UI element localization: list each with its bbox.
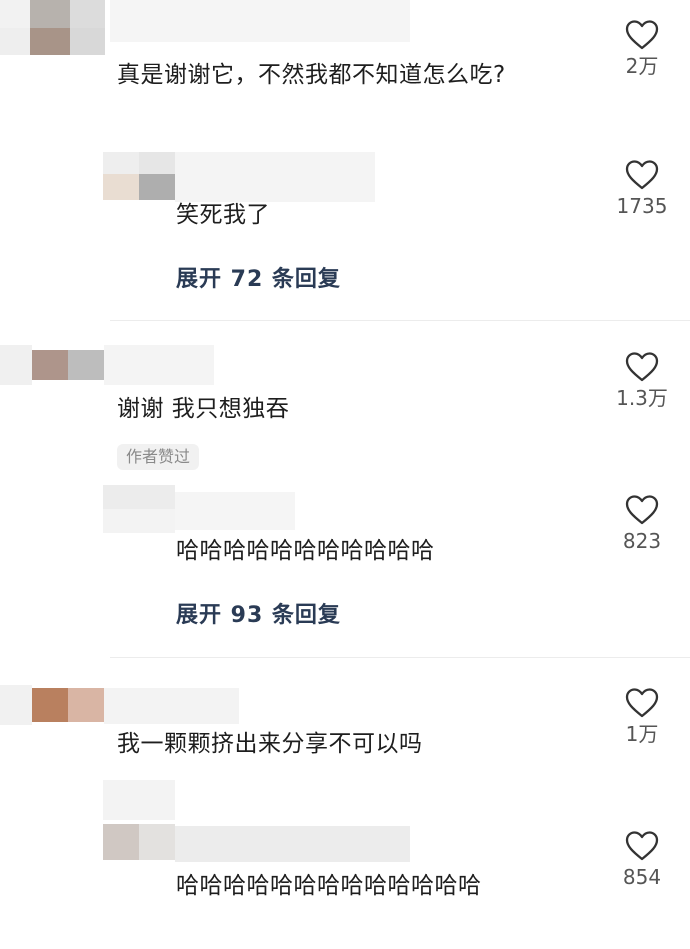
like-button[interactable]: 1万 — [607, 688, 677, 746]
blurred-avatar-1[interactable] — [0, 0, 110, 55]
blurred-username-1[interactable] — [110, 0, 410, 42]
blurred-avatar-6[interactable] — [103, 780, 175, 862]
divider — [110, 657, 690, 658]
like-count: 1.3万 — [616, 386, 668, 410]
comment-text: 真是谢谢它，不然我都不知道怎么吃? — [117, 62, 506, 88]
heart-outline-icon[interactable] — [625, 831, 659, 861]
blurred-username-3[interactable] — [104, 345, 214, 385]
like-count: 2万 — [625, 54, 659, 78]
like-count: 1万 — [625, 722, 659, 746]
comment-text: 我一颗颗挤出来分享不可以吗 — [117, 731, 423, 757]
like-count: 854 — [622, 865, 662, 889]
like-button[interactable]: 823 — [607, 495, 677, 553]
blurred-avatar-2[interactable] — [103, 152, 175, 200]
blurred-username-6[interactable] — [175, 826, 410, 862]
blurred-username-5[interactable] — [104, 688, 239, 724]
comment-text: 谢谢 我只想独吞 — [117, 396, 290, 422]
heart-outline-icon[interactable] — [625, 160, 659, 190]
blurred-username-4[interactable] — [175, 492, 295, 530]
heart-outline-icon[interactable] — [625, 688, 659, 718]
like-count: 1735 — [616, 194, 668, 218]
blurred-avatar-4[interactable] — [103, 485, 175, 533]
heart-outline-icon[interactable] — [625, 495, 659, 525]
author-liked-badge: 作者赞过 — [117, 444, 200, 470]
like-button[interactable]: 1.3万 — [607, 352, 677, 410]
like-button[interactable]: 1735 — [607, 160, 677, 218]
expand-replies-button[interactable]: 展开 72 条回复 — [176, 261, 341, 293]
blurred-avatar-3[interactable] — [0, 345, 110, 385]
heart-outline-icon[interactable] — [625, 352, 659, 382]
divider — [110, 320, 690, 321]
like-button[interactable]: 854 — [607, 831, 677, 889]
heart-outline-icon[interactable] — [625, 20, 659, 50]
comment-text: 哈哈哈哈哈哈哈哈哈哈哈哈哈 — [176, 873, 482, 899]
like-count: 823 — [622, 529, 662, 553]
blurred-username-2[interactable] — [175, 152, 375, 202]
expand-replies-button[interactable]: 展开 93 条回复 — [176, 597, 341, 629]
comment-text: 哈哈哈哈哈哈哈哈哈哈哈 — [176, 538, 435, 564]
comment-text: 笑死我了 — [176, 202, 270, 228]
blurred-avatar-5[interactable] — [0, 685, 110, 725]
like-button[interactable]: 2万 — [607, 20, 677, 78]
